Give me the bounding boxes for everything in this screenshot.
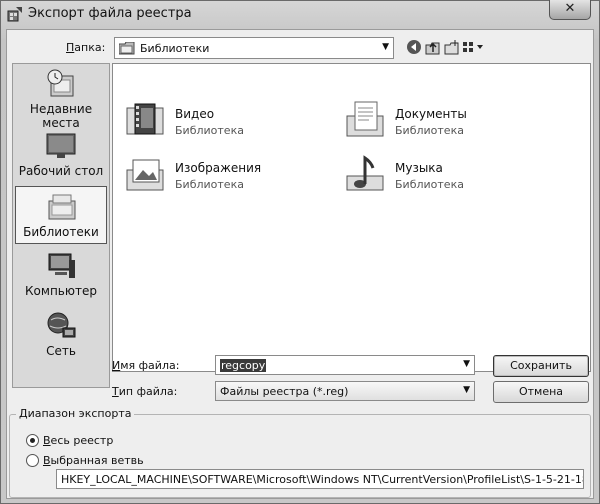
folder-label: Папка:	[66, 41, 106, 54]
music-library-icon	[346, 155, 384, 191]
branch-path-input[interactable]: HKEY_LOCAL_MACHINE\SOFTWARE\Microsoft\Wi…	[56, 469, 584, 489]
place-libraries[interactable]: Библиотеки	[15, 186, 107, 244]
place-label: Рабочий стол	[18, 164, 104, 178]
place-computer[interactable]: Компьютер	[13, 246, 109, 304]
list-item[interactable]: Документы Библиотека	[345, 100, 545, 144]
file-name: Музыка	[395, 161, 443, 175]
all-registry-label[interactable]: Весь реестр	[43, 434, 113, 447]
list-item[interactable]: Музыка Библиотека	[345, 154, 545, 198]
folder-combo[interactable]: Библиотеки ▼	[114, 37, 394, 59]
file-name: Изображения	[175, 161, 262, 175]
filetype-label: Тип файла:	[112, 385, 178, 398]
up-folder-icon[interactable]	[425, 39, 441, 55]
chevron-down-icon[interactable]: ▼	[463, 385, 470, 395]
computer-icon	[48, 253, 75, 278]
cancel-button[interactable]: Отмена	[493, 381, 589, 403]
filename-label: Имя файла:	[112, 359, 180, 372]
chevron-down-icon[interactable]: ▼	[463, 359, 470, 369]
back-icon[interactable]	[406, 39, 422, 55]
place-recent[interactable]: Недавние места	[13, 64, 109, 130]
file-name: Видео	[175, 107, 215, 121]
regedit-icon	[7, 7, 22, 22]
dialog-client-area: Папка: Библиотеки ▼ Недавние места Рабоч…	[6, 29, 594, 499]
file-type: Библиотека	[175, 124, 244, 137]
selected-branch-label[interactable]: Выбранная ветвь	[43, 454, 144, 467]
file-type: Библиотека	[175, 178, 244, 191]
file-type: Библиотека	[395, 124, 464, 137]
recent-places-icon	[47, 69, 74, 97]
place-label: Компьютер	[25, 284, 97, 298]
window-title: Экспорт файла реестра	[28, 6, 192, 21]
network-icon	[47, 312, 76, 338]
list-item[interactable]: Изображения Библиотека	[125, 154, 325, 198]
filetype-value: Файлы реестра (*.reg)	[220, 385, 349, 398]
filename-input[interactable]: regcopy ▼	[215, 355, 475, 375]
export-range-group: Диапазон экспорта Весь реестр Выбранная …	[9, 407, 591, 498]
file-name: Документы	[395, 107, 467, 121]
place-desktop[interactable]: Рабочий стол	[13, 126, 109, 184]
save-button[interactable]: Сохранить	[493, 355, 589, 377]
title-bar: Экспорт файла реестра ✕	[1, 0, 599, 27]
places-bar: Недавние места Рабочий стол Библиотеки К…	[12, 63, 110, 388]
chevron-down-icon[interactable]: ▼	[382, 42, 389, 52]
new-folder-icon[interactable]	[444, 39, 460, 55]
place-label: Сеть	[46, 344, 76, 358]
libraries-icon	[48, 194, 76, 220]
desktop-icon	[46, 133, 76, 158]
all-registry-radio[interactable]	[26, 434, 39, 447]
video-library-icon	[126, 103, 164, 135]
place-network[interactable]: Сеть	[13, 306, 109, 364]
close-button[interactable]: ✕	[549, 0, 591, 20]
documents-library-icon	[346, 101, 384, 137]
file-type: Библиотека	[395, 178, 464, 191]
file-list[interactable]: Видео Библиотека Документы Библиотека Из…	[112, 63, 591, 372]
list-item[interactable]: Видео Библиотека	[125, 100, 325, 144]
pictures-library-icon	[126, 159, 164, 191]
export-registry-dialog: Экспорт файла реестра ✕ Папка: Библиотек…	[0, 0, 600, 504]
filename-value: regcopy	[220, 359, 267, 372]
place-label: Библиотеки	[23, 225, 99, 239]
library-folder-icon	[119, 42, 135, 55]
view-menu-icon[interactable]	[462, 39, 486, 55]
export-range-title: Диапазон экспорта	[16, 407, 135, 420]
folder-value: Библиотеки	[140, 42, 210, 55]
selected-branch-radio[interactable]	[26, 454, 39, 467]
filetype-select[interactable]: Файлы реестра (*.reg) ▼	[215, 381, 475, 401]
